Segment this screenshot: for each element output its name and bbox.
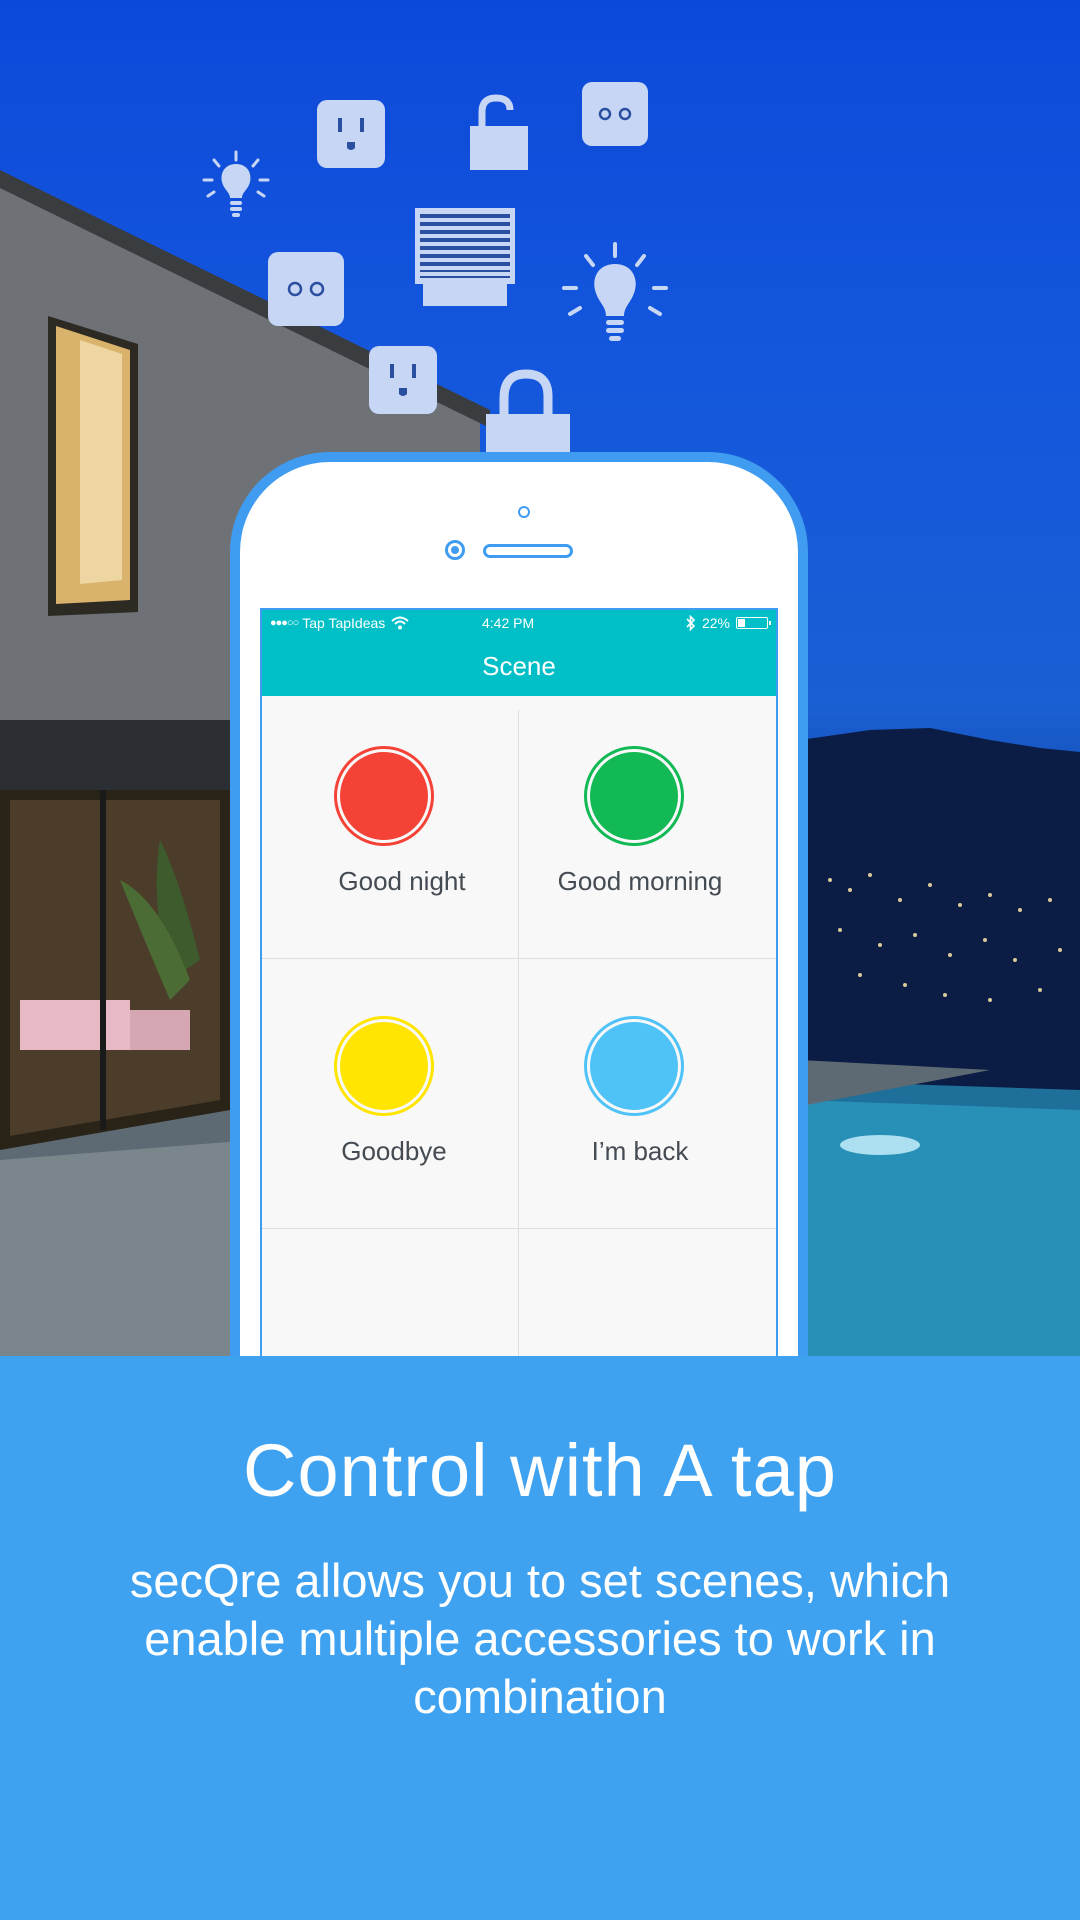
scene-label: Good morning xyxy=(557,866,723,896)
description: secQre allows you to set scenes, which e… xyxy=(129,1554,951,1723)
nav-bar: Scene xyxy=(262,636,776,696)
signal-strength: ●●●○○ xyxy=(270,617,299,629)
front-sensor xyxy=(518,506,530,518)
outlet-icon xyxy=(317,100,385,168)
scene-goodbye[interactable]: Goodbye xyxy=(262,966,518,1236)
carrier-name: Tap TapIdeas xyxy=(302,615,386,631)
lock-icon xyxy=(470,94,528,170)
scene-good-night[interactable]: Good night xyxy=(262,696,518,966)
page-title: Scene xyxy=(482,650,556,681)
scene-empty-slot[interactable] xyxy=(262,1236,518,1368)
camera-icon xyxy=(445,540,465,560)
lock-icon xyxy=(486,369,570,454)
bulb-icon xyxy=(202,150,270,217)
phone-mockup: ●●●○○ Tap TapIdeas 4:42 PM 22% Scene Goo… xyxy=(230,452,808,1452)
scene-color-button[interactable] xyxy=(584,1016,684,1116)
status-bar: ●●●○○ Tap TapIdeas 4:42 PM 22% xyxy=(262,610,776,636)
wifi-icon xyxy=(391,616,409,630)
scene-label: I’m back xyxy=(591,1136,689,1166)
app-screen: ●●●○○ Tap TapIdeas 4:42 PM 22% Scene Goo… xyxy=(260,608,778,1368)
scene-empty-slot[interactable] xyxy=(518,1236,774,1368)
scene-color-button[interactable] xyxy=(334,1016,434,1116)
scene-label: Goodbye xyxy=(341,1136,447,1166)
status-time: 4:42 PM xyxy=(482,615,535,631)
scene-im-back[interactable]: I’m back xyxy=(518,966,774,1236)
speaker-grille xyxy=(483,544,573,558)
scene-color-button[interactable] xyxy=(584,746,684,846)
scene-good-morning[interactable]: Good morning xyxy=(518,696,774,966)
bulb-icon xyxy=(562,242,668,341)
bluetooth-icon xyxy=(686,615,696,631)
switch-icon xyxy=(582,82,648,146)
headline: Control with A tap xyxy=(243,1429,837,1512)
marketing-panel: Control with A tap secQre allows you to … xyxy=(0,1356,1080,1920)
scene-label: Good night xyxy=(338,866,466,896)
blinds-icon xyxy=(415,208,515,306)
battery-icon xyxy=(736,617,771,629)
switch-icon xyxy=(268,252,344,326)
scene-color-button[interactable] xyxy=(334,746,434,846)
battery-percentage: 22% xyxy=(701,615,730,631)
outlet-icon xyxy=(369,346,437,414)
